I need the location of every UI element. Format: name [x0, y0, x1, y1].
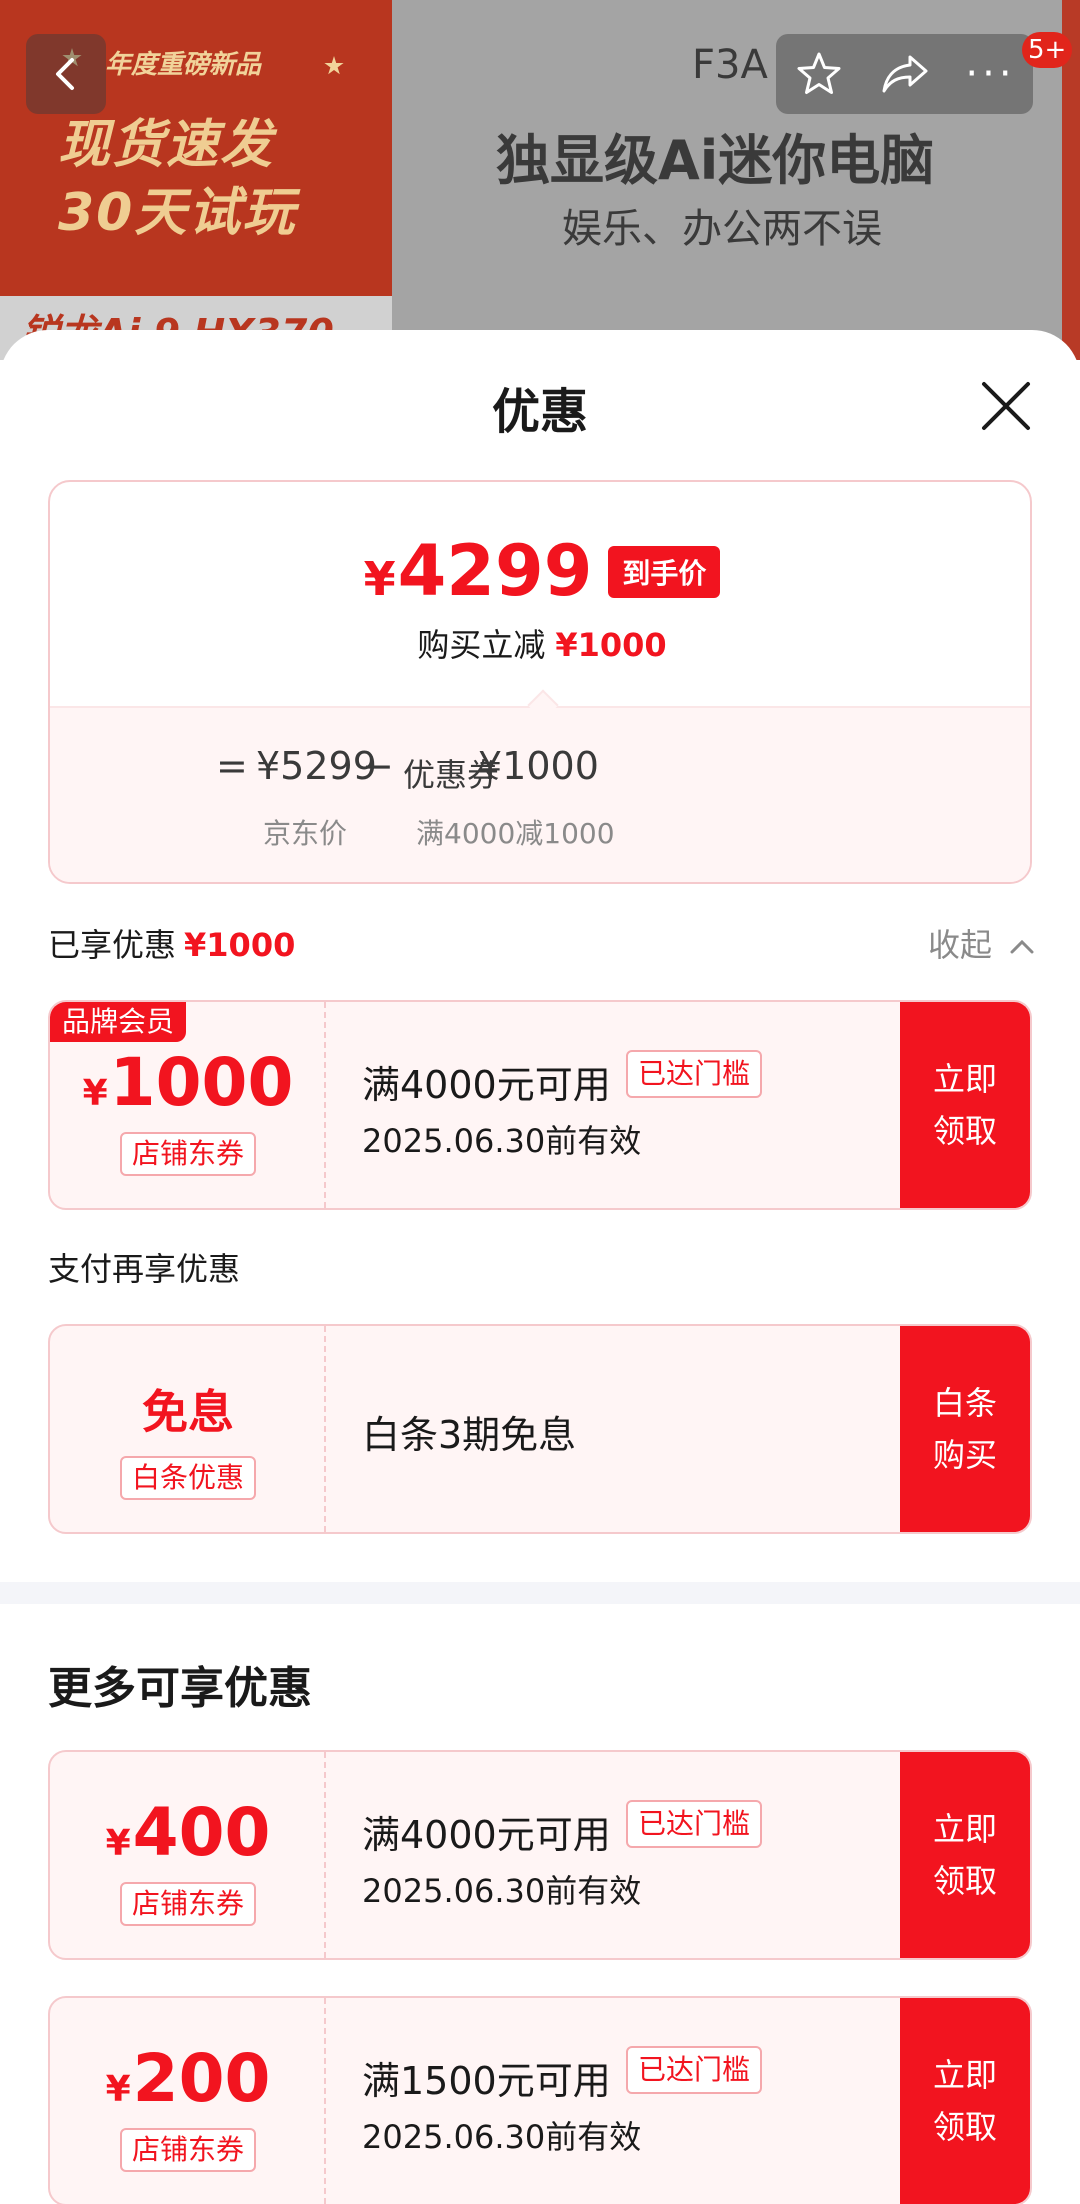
buy-label-1: 白条 [932, 1384, 997, 1422]
claim-coupon-button[interactable]: 立即 领取 [900, 1002, 1030, 1208]
claim-label-1: 立即 [932, 1060, 997, 1098]
coupon-card: ¥200 店铺东券 满1500元可用 已达门槛 2025.06.30前有效 立即… [48, 1996, 1032, 2204]
claim-label-2: 领取 [932, 1112, 997, 1150]
coupon-rule: 满4000减1000 [416, 817, 615, 850]
coupon-type: 店铺东券 [120, 1132, 257, 1176]
threshold-reached-tag: 已达门槛 [626, 1800, 763, 1848]
product-model: F3A [692, 42, 768, 88]
claim-label-1: 立即 [932, 1810, 997, 1848]
enjoyed-amount: ¥1000 [184, 926, 296, 964]
promo-tagline: 年度重磅新品 [105, 50, 262, 80]
coupon-condition: 满4000元可用 [362, 1063, 611, 1107]
coupon-value: 1000 [109, 1044, 294, 1121]
coupon-value: 200 [132, 2040, 271, 2117]
baitiao-card: 免息 白条优惠 白条3期免息 白条 购买 [48, 1324, 1032, 1534]
coupon-condition: 满1500元可用 [362, 2059, 611, 2103]
coupon-amount: ¥200 [50, 2040, 326, 2117]
close-button[interactable] [978, 378, 1034, 434]
chevron-left-icon [56, 58, 74, 90]
final-price: ¥4299 [364, 530, 593, 612]
coupon-amount: ¥400 [50, 1794, 326, 1871]
final-price-value: 4299 [397, 530, 593, 612]
coupon-expiry: 2025.06.30前有效 [362, 1122, 642, 1160]
coupon-condition: 满4000元可用 [362, 1813, 611, 1857]
enjoyed-discount-label: 已享优惠 ¥1000 [48, 920, 295, 966]
coupon-expiry: 2025.06.30前有效 [362, 2118, 642, 2156]
collapse-button[interactable]: 收起 [928, 920, 1036, 966]
final-price-row: ¥4299 到手价 [50, 530, 1030, 612]
currency-symbol: ¥ [105, 1823, 131, 1864]
baitiao-buy-button[interactable]: 白条 购买 [900, 1326, 1030, 1532]
instant-discount-row: 购买立减 ¥1000 [50, 620, 1030, 666]
section-divider [0, 1582, 1080, 1604]
share-button[interactable] [862, 34, 947, 114]
close-icon [982, 382, 1030, 430]
buy-label-2: 购买 [932, 1436, 997, 1474]
sheet-title: 优惠 [491, 384, 588, 440]
currency-symbol: ¥ [363, 552, 396, 606]
product-headline: 独显级Ai迷你电脑 [496, 129, 935, 192]
coupon-amount: ¥1000 [50, 1044, 326, 1121]
more-discounts-title: 更多可享优惠 [48, 1663, 312, 1714]
coupon-amount: ¥1000 [478, 744, 599, 788]
jd-price-label: 京东价 [263, 817, 348, 850]
share-icon [882, 55, 927, 93]
currency-symbol: ¥ [105, 2069, 131, 2110]
claim-coupon-button[interactable]: 立即 领取 [900, 1998, 1030, 2204]
discount-sheet: 优惠 ¥4299 到手价 购买立减 ¥1000 = ¥5299 − 优惠券 ¥10… [0, 330, 1080, 2204]
chevron-up-icon [1010, 939, 1034, 954]
coupon-type: 店铺东券 [120, 2128, 257, 2172]
coupon-expiry: 2025.06.30前有效 [362, 1872, 642, 1910]
more-dots-icon: ··· [965, 51, 1016, 97]
coupon-value: 400 [132, 1794, 271, 1871]
equals-sign: = [216, 744, 248, 788]
final-price-tag: 到手价 [608, 546, 721, 598]
instant-discount-amount: ¥1000 [555, 626, 667, 664]
claim-label-2: 领取 [932, 2108, 997, 2146]
star-outline-icon [797, 52, 840, 94]
coupon-card: 品牌会员 ¥1000 店铺东券 满4000元可用 已达门槛 2025.06.30… [48, 1000, 1032, 1210]
pay-discount-label: 支付再享优惠 [48, 1250, 241, 1288]
price-summary-card: ¥4299 到手价 购买立减 ¥1000 = ¥5299 − 优惠券 ¥1000 … [48, 480, 1032, 884]
member-tag: 品牌会员 [50, 1002, 187, 1042]
interest-free-label: 免息 [142, 1385, 234, 1439]
claim-label-1: 立即 [932, 2056, 997, 2094]
promo-headline-2: 30天试玩 [58, 183, 297, 243]
instant-discount-label: 购买立减 [417, 626, 546, 664]
back-button[interactable] [26, 34, 106, 114]
more-button[interactable]: ··· [948, 34, 1033, 114]
threshold-reached-tag: 已达门槛 [626, 2046, 763, 2094]
nav-actions: ··· [776, 34, 1033, 114]
currency-symbol: ¥ [82, 1073, 108, 1114]
collapse-label: 收起 [928, 926, 993, 964]
threshold-reached-tag: 已达门槛 [626, 1050, 763, 1098]
jd-price: ¥5299 [256, 744, 377, 788]
favorite-button[interactable] [776, 34, 861, 114]
claim-coupon-button[interactable]: 立即 领取 [900, 1752, 1030, 1958]
message-badge: 5+ [1022, 32, 1073, 68]
baitiao-desc: 白条3期免息 [362, 1413, 577, 1457]
claim-label-2: 领取 [932, 1862, 997, 1900]
enjoyed-label-text: 已享优惠 [48, 926, 177, 964]
star-icon [324, 56, 344, 75]
price-breakdown [50, 706, 1030, 882]
product-subtitle: 娱乐、办公两不误 [562, 206, 882, 252]
coupon-type: 店铺东券 [120, 1882, 257, 1926]
baitiao-type: 白条优惠 [120, 1456, 257, 1500]
minus-sign: − [362, 744, 394, 788]
coupon-card: ¥400 店铺东券 满4000元可用 已达门槛 2025.06.30前有效 立即… [48, 1750, 1032, 1960]
